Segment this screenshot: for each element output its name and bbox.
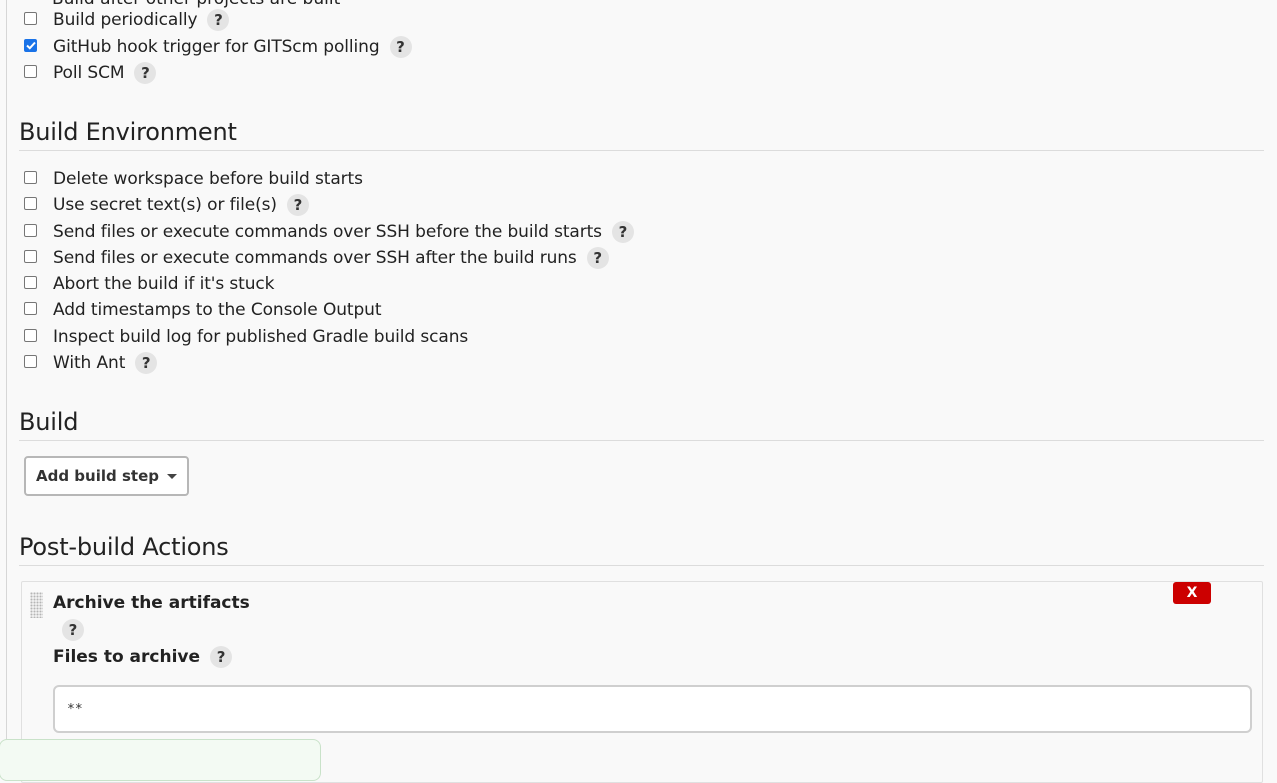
- add-timestamps-checkbox[interactable]: [24, 302, 37, 315]
- archive-artifacts-title: Archive the artifacts: [53, 593, 250, 613]
- ssh-before-build-option[interactable]: Send files or execute commands over SSH …: [24, 221, 634, 243]
- add-build-step-label: Add build step: [36, 467, 159, 485]
- add-timestamps-option[interactable]: Add timestamps to the Console Output: [24, 299, 381, 321]
- abort-stuck-build-option[interactable]: Abort the build if it's stuck: [24, 273, 275, 295]
- with-ant-checkbox[interactable]: [24, 355, 37, 368]
- with-ant-help-icon[interactable]: ?: [135, 352, 158, 374]
- gradle-build-scans-label: Inspect build log for published Gradle b…: [53, 327, 469, 347]
- poll-scm-checkbox[interactable]: [24, 65, 37, 78]
- build-periodically-option[interactable]: Build periodically ?: [24, 9, 230, 31]
- delete-workspace-checkbox[interactable]: [24, 171, 37, 184]
- secret-text-option[interactable]: Use secret text(s) or file(s) ?: [24, 194, 309, 216]
- abort-stuck-build-label: Abort the build if it's stuck: [53, 274, 275, 294]
- post-build-actions-divider: [19, 565, 1264, 566]
- add-build-step-button[interactable]: Add build step: [24, 456, 189, 496]
- build-periodically-help-icon[interactable]: ?: [207, 9, 230, 31]
- build-environment-divider: [19, 150, 1264, 151]
- chevron-down-icon: [166, 473, 177, 479]
- build-divider: [19, 440, 1264, 441]
- archive-artifacts-help-icon[interactable]: ?: [62, 619, 84, 641]
- gradle-build-scans-option[interactable]: Inspect build log for published Gradle b…: [24, 326, 468, 348]
- remove-archive-artifacts-button[interactable]: X: [1173, 582, 1211, 604]
- build-trigger-partial-item: Build after other projects are built: [52, 0, 340, 9]
- github-hook-trigger-help-icon[interactable]: ?: [389, 36, 412, 58]
- files-to-archive-input[interactable]: [53, 685, 1252, 733]
- build-environment-heading: Build Environment: [19, 118, 237, 146]
- files-to-archive-row: Files to archive ?: [53, 646, 233, 668]
- ssh-after-build-help-icon[interactable]: ?: [586, 247, 609, 269]
- secret-text-label: Use secret text(s) or file(s): [53, 195, 277, 215]
- delete-workspace-option[interactable]: Delete workspace before build starts: [24, 168, 363, 190]
- bottom-action-bar: [0, 739, 321, 781]
- drag-handle-icon[interactable]: [30, 592, 43, 618]
- delete-workspace-label: Delete workspace before build starts: [53, 169, 363, 189]
- build-heading: Build: [19, 408, 79, 436]
- post-build-actions-heading: Post-build Actions: [19, 533, 229, 561]
- files-to-archive-help-icon[interactable]: ?: [210, 646, 233, 668]
- checkmark-icon: [25, 41, 36, 50]
- ssh-after-build-label: Send files or execute commands over SSH …: [53, 248, 577, 268]
- files-to-archive-label: Files to archive: [53, 647, 201, 667]
- build-periodically-checkbox[interactable]: [24, 12, 37, 25]
- github-hook-trigger-checkbox[interactable]: [24, 39, 37, 52]
- with-ant-option[interactable]: With Ant ?: [24, 352, 158, 374]
- poll-scm-option[interactable]: Poll SCM ?: [24, 62, 157, 84]
- secret-text-help-icon[interactable]: ?: [286, 194, 309, 216]
- secret-text-checkbox[interactable]: [24, 197, 37, 210]
- github-hook-trigger-option[interactable]: GitHub hook trigger for GITScm polling ?: [24, 36, 412, 58]
- poll-scm-help-icon[interactable]: ?: [134, 62, 157, 84]
- add-timestamps-label: Add timestamps to the Console Output: [53, 300, 382, 320]
- gradle-build-scans-checkbox[interactable]: [24, 329, 37, 342]
- github-hook-trigger-label: GitHub hook trigger for GITScm polling: [53, 37, 380, 57]
- with-ant-label: With Ant: [53, 353, 126, 373]
- ssh-before-build-checkbox[interactable]: [24, 224, 37, 237]
- ssh-after-build-option[interactable]: Send files or execute commands over SSH …: [24, 247, 609, 269]
- page-left-border: [6, 0, 7, 761]
- ssh-before-build-label: Send files or execute commands over SSH …: [53, 222, 602, 242]
- build-periodically-label: Build periodically: [53, 10, 198, 30]
- abort-stuck-build-checkbox[interactable]: [24, 276, 37, 289]
- poll-scm-label: Poll SCM: [53, 63, 125, 83]
- ssh-before-build-help-icon[interactable]: ?: [611, 221, 634, 243]
- ssh-after-build-checkbox[interactable]: [24, 250, 37, 263]
